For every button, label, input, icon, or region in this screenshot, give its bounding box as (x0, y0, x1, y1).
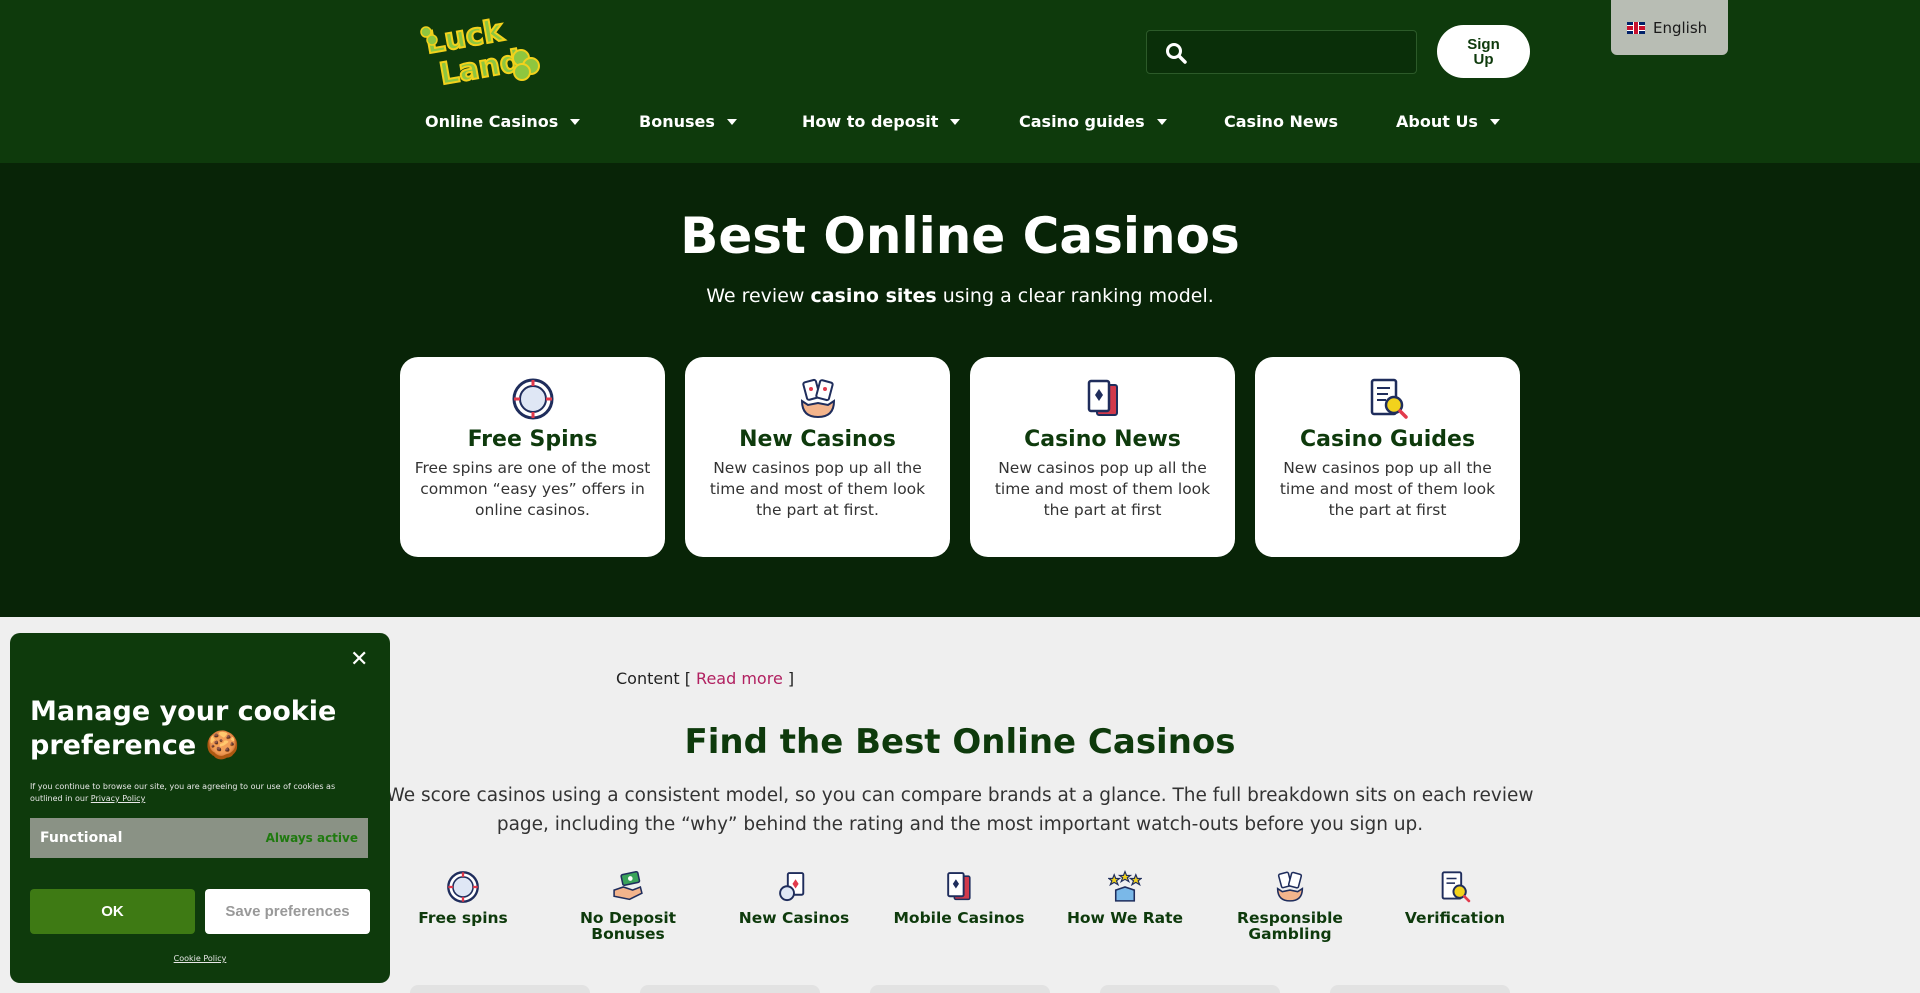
category-mobile-casinos[interactable]: Mobile Casinos (884, 870, 1034, 926)
card-text: New casinos pop up all the time and most… (994, 459, 1211, 519)
category-label: How We Rate (1066, 909, 1184, 927)
cookie-category-name: Functional (40, 830, 123, 846)
category-label: Responsible Gambling (1237, 909, 1343, 943)
card-text: New casinos pop up all the time and most… (1279, 459, 1496, 519)
category-free-spins[interactable]: Free spins (388, 870, 538, 926)
category-responsible-gambling[interactable]: Responsible Gambling (1215, 870, 1365, 942)
card-strip (870, 985, 1050, 993)
close-icon[interactable]: ✕ (350, 647, 368, 672)
save-preferences-button[interactable]: Save preferences (205, 889, 370, 934)
card-text: New casinos pop up all the time and most… (709, 459, 926, 519)
category-label: Verification (1404, 909, 1506, 927)
cookie-policy-link[interactable]: Cookie Policy (10, 954, 390, 963)
luck-land-logo[interactable]: Luck Land (418, 12, 543, 93)
category-label: Free spins (418, 909, 508, 927)
uk-flag-icon (1627, 21, 1645, 34)
caret-down-icon (950, 118, 961, 125)
nav-label: About Us (1396, 112, 1478, 131)
nav-about-us[interactable]: About Us (1396, 112, 1500, 131)
card-title: Casino Guides (1299, 427, 1476, 452)
cookie-text: If you continue to browse our site, you … (30, 782, 336, 803)
hand-cards-icon (1273, 870, 1307, 904)
nav-label: Online Casinos (425, 112, 559, 131)
category-new-casinos[interactable]: New Casinos (719, 870, 869, 926)
card-text: Free spins are one of the most common “e… (414, 459, 651, 519)
stars-rating-icon (1107, 869, 1143, 904)
hero-section: Best Online Casinos We review casino sit… (0, 163, 1920, 617)
nav-label: How to deposit (802, 112, 939, 131)
site-header: Luck Land Sign Up English Online Casinos… (0, 0, 1920, 163)
nav-bonuses[interactable]: Bonuses (639, 112, 737, 131)
language-label: English (1653, 18, 1708, 37)
main-nav: Online Casinos Bonuses How to deposit Ca… (0, 112, 1920, 140)
hero-title: Best Online Casinos (680, 207, 1240, 265)
hand-cards-icon (796, 377, 840, 421)
checklist-magnifier-icon (1438, 870, 1472, 904)
nav-casino-news[interactable]: Casino News (1224, 112, 1338, 131)
playing-cards-icon (1081, 377, 1125, 421)
sign-up-button[interactable]: Sign Up (1437, 25, 1530, 78)
category-label: Mobile Casinos (893, 909, 1025, 927)
privacy-policy-link[interactable]: Privacy Policy (91, 794, 146, 803)
cookie-dialog: ✕ Manage your cookie preference 🍪 If you… (10, 633, 390, 983)
card-title: New Casinos (739, 427, 896, 452)
card-casino-news[interactable]: Casino News New casinos pop up all the t… (970, 357, 1235, 557)
nav-label: Casino guides (1019, 112, 1145, 131)
card-free-spins[interactable]: Free Spins Free spins are one of the mos… (400, 357, 665, 557)
card-title: Casino News (1024, 427, 1181, 452)
category-no-deposit-bonuses[interactable]: No Deposit Bonuses (553, 870, 703, 942)
cards-chip-icon (777, 870, 811, 904)
cookie-category-functional[interactable]: Functional Always active (30, 818, 368, 858)
roulette-chip-icon (511, 377, 555, 421)
language-switcher[interactable]: English (1611, 0, 1728, 55)
cookie-category-status: Always active (265, 831, 358, 845)
category-label: New Casinos (738, 909, 850, 927)
search-box[interactable] (1146, 30, 1417, 74)
card-strip (640, 985, 820, 993)
hero-subtitle: We review casino sites using a clear ran… (706, 285, 1214, 307)
caret-down-icon (726, 118, 737, 125)
playing-cards-icon (942, 870, 976, 904)
category-verification[interactable]: Verification (1380, 870, 1530, 926)
search-icon[interactable] (1165, 42, 1187, 68)
card-strip (1330, 985, 1510, 993)
category-label: No Deposit Bonuses (579, 909, 677, 943)
read-more-link[interactable]: Read more (696, 669, 783, 688)
card-strip (410, 985, 590, 993)
caret-down-icon (1489, 118, 1500, 125)
nav-casino-guides[interactable]: Casino guides (1019, 112, 1167, 131)
nav-how-to-deposit[interactable]: How to deposit (802, 112, 961, 131)
nav-label: Bonuses (639, 112, 715, 131)
checklist-magnifier-icon (1366, 377, 1410, 421)
caret-down-icon (570, 118, 581, 125)
card-strip (1100, 985, 1280, 993)
cookie-title: Manage your cookie preference 🍪 (30, 696, 337, 761)
section-description: We score casinos using a consistent mode… (386, 785, 1534, 835)
content-read-more: Content [ Read more ] (616, 669, 795, 688)
category-how-we-rate[interactable]: How We Rate (1050, 869, 1200, 927)
hand-money-icon (611, 870, 645, 904)
roulette-chip-icon (446, 870, 480, 904)
ok-button[interactable]: OK (30, 889, 195, 934)
caret-down-icon (1156, 118, 1167, 125)
card-title: Free Spins (467, 427, 598, 452)
card-new-casinos[interactable]: New Casinos New casinos pop up all the t… (685, 357, 950, 557)
card-casino-guides[interactable]: Casino Guides New casinos pop up all the… (1255, 357, 1520, 557)
nav-label: Casino News (1224, 112, 1339, 131)
nav-online-casinos[interactable]: Online Casinos (425, 112, 581, 131)
